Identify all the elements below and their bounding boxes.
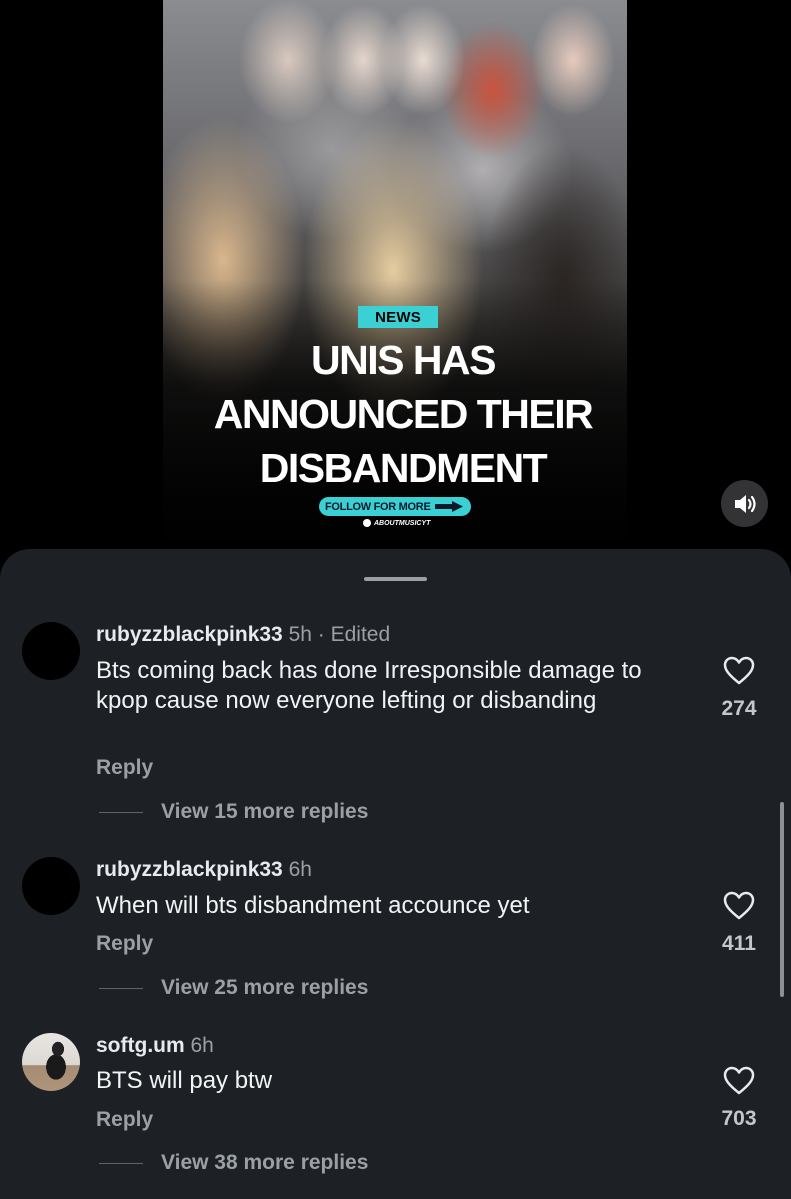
comment-meta: rubyzzblackpink33 6h [96,858,312,882]
channel-logo-icon [363,519,371,527]
like-button[interactable]: 274 [712,656,766,721]
comment-username[interactable]: rubyzzblackpink33 [96,623,283,646]
comments-sheet: rubyzzblackpink33 5h · Edited Bts coming… [0,549,791,1199]
sound-toggle-button[interactable] [721,480,768,527]
view-more-replies[interactable]: View 25 more replies [96,976,368,1000]
comment-time: 5h [288,623,312,646]
comment-edited: · Edited [317,623,391,646]
comment-username[interactable]: rubyzzblackpink33 [96,858,283,881]
video-headline: UNIS HAS ANNOUNCED THEIR DISBANDMENT [163,333,643,495]
avatar[interactable] [22,622,80,680]
comment-time: 6h [288,858,312,881]
like-count: 703 [721,1107,757,1130]
like-count: 274 [721,697,757,720]
avatar[interactable] [22,857,80,915]
scrollbar[interactable] [780,802,784,997]
reply-button[interactable]: Reply [96,1108,153,1132]
comment-username[interactable]: softg.um [96,1034,185,1057]
comment-text: BTS will pay btw [96,1067,273,1094]
like-button[interactable]: 703 [712,1066,766,1131]
avatar[interactable] [22,1033,80,1091]
comment-text: Bts coming back has done Irresponsible d… [96,657,642,714]
channel-handle: ABOUTMUSICYT [363,519,430,527]
speaker-icon [734,494,756,513]
arrow-right-icon [435,501,463,512]
view-more-replies[interactable]: View 15 more replies [96,800,368,824]
view-more-replies[interactable]: View 38 more replies [96,1151,368,1175]
follow-label: FOLLOW FOR MORE [325,500,431,513]
like-count: 411 [722,932,756,955]
heart-icon[interactable] [723,1066,755,1096]
comment-meta: softg.um 6h [96,1034,214,1058]
heart-icon[interactable] [723,656,755,686]
reply-button[interactable]: Reply [96,932,153,956]
heart-icon[interactable] [723,891,755,921]
follow-for-more-banner: FOLLOW FOR MORE [319,497,471,516]
sheet-grabber[interactable] [364,577,427,581]
headline-line-1: UNIS HAS [311,337,496,383]
like-button[interactable]: 411 [712,891,766,956]
comment-text: When will bts disbandment accounce yet [96,892,530,919]
comment-time: 6h [190,1034,214,1057]
headline-line-2: ANNOUNCED THEIR [213,391,594,437]
comment-meta: rubyzzblackpink33 5h · Edited [96,623,390,647]
video-player[interactable]: NEWS UNIS HAS ANNOUNCED THEIR DISBANDMEN… [0,0,791,560]
news-badge: NEWS [358,306,438,328]
reply-button[interactable]: Reply [96,756,153,780]
headline-line-3: DISBANDMENT [259,445,548,491]
